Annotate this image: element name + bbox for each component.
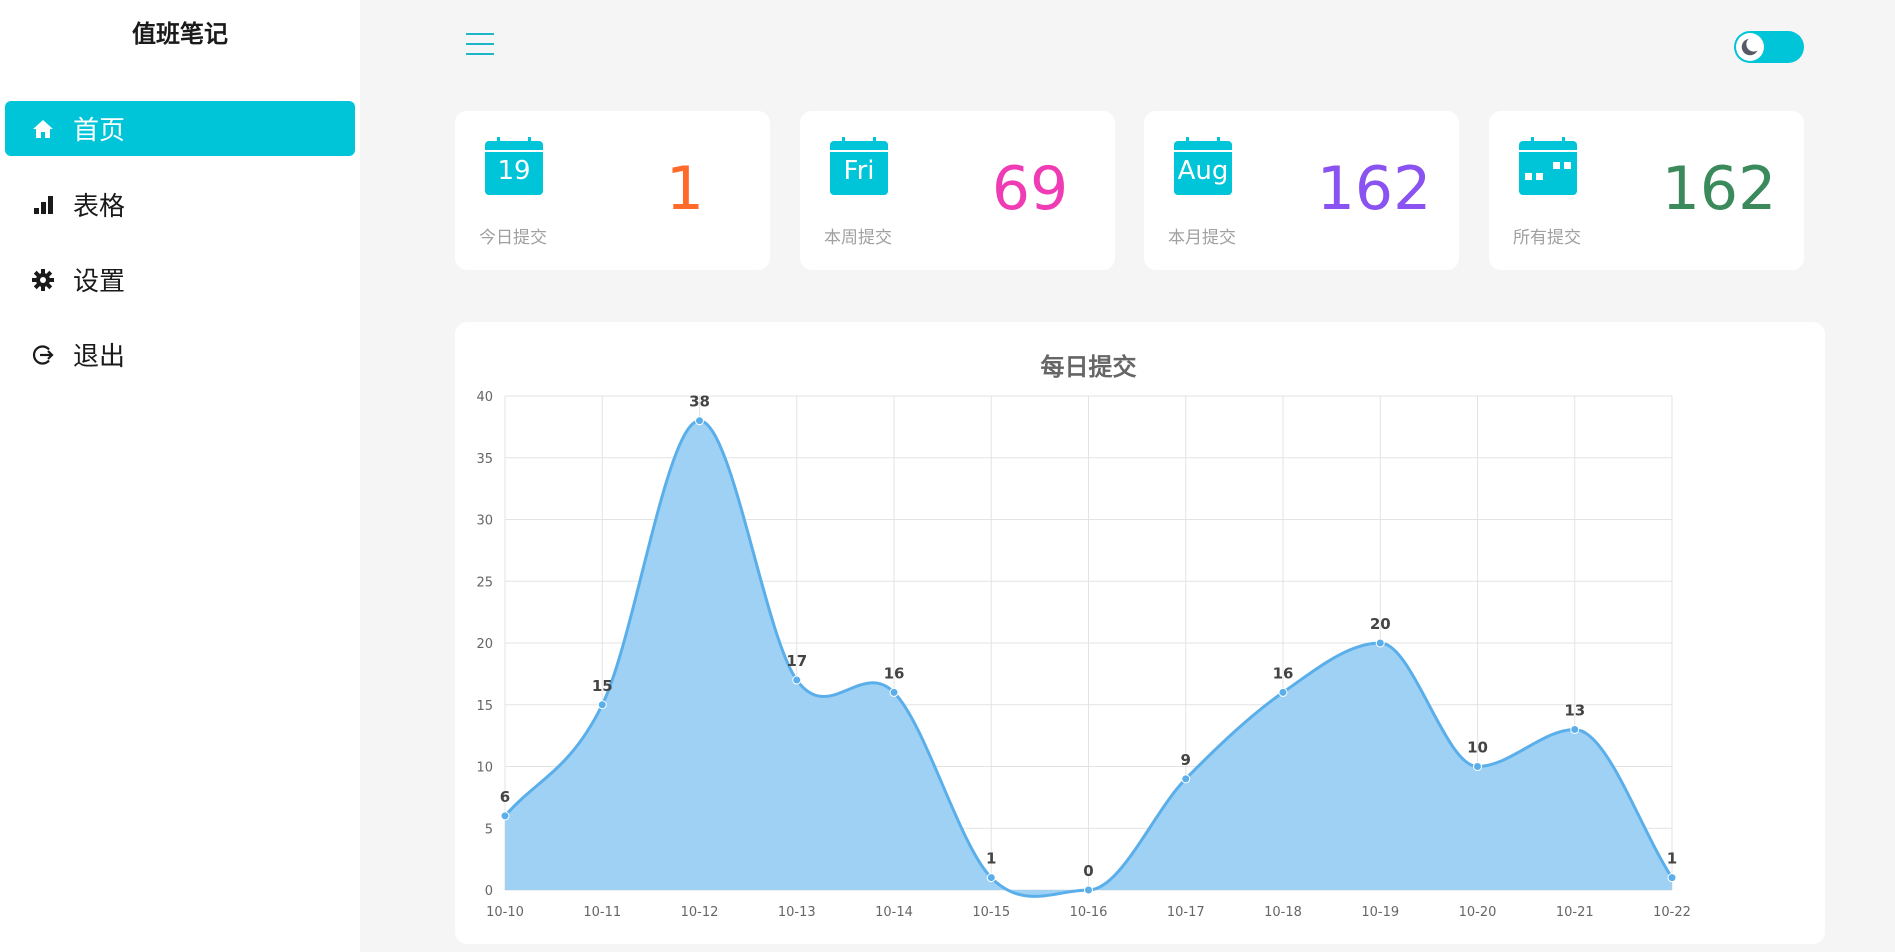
data-label: 9 bbox=[1181, 751, 1191, 769]
data-point bbox=[1084, 885, 1093, 895]
y-tick-label: 10 bbox=[476, 761, 493, 776]
stat-label: 今日提交 bbox=[479, 228, 547, 248]
sidebar-item-label: 退出 bbox=[73, 342, 126, 372]
data-label: 6 bbox=[500, 788, 510, 806]
data-point bbox=[597, 700, 607, 710]
sidebar-item-label: 设置 bbox=[73, 267, 126, 297]
sidebar-item-label: 表格 bbox=[73, 192, 126, 222]
app-window: 值班笔记 首页 表格 设置 退出 19 1 今日提交 Fri 69 本周提交 A… bbox=[0, 0, 1895, 952]
x-tick-label: 10-12 bbox=[681, 905, 719, 920]
calendar-grid-icon bbox=[1518, 136, 1578, 196]
x-tick-label: 10-19 bbox=[1361, 905, 1399, 920]
sidebar-item-logout[interactable]: 退出 bbox=[5, 327, 355, 382]
home-icon bbox=[31, 117, 55, 141]
y-tick-label: 25 bbox=[476, 575, 493, 590]
sidebar-item-home[interactable]: 首页 bbox=[5, 101, 355, 156]
x-tick-label: 10-16 bbox=[1070, 905, 1108, 920]
gear-icon bbox=[31, 268, 55, 292]
calendar-icon-text: Fri bbox=[843, 156, 875, 186]
moon-icon bbox=[1736, 33, 1764, 61]
data-label: 13 bbox=[1564, 701, 1585, 719]
data-label: 0 bbox=[1083, 862, 1093, 880]
y-tick-label: 5 bbox=[485, 822, 493, 837]
calendar-icon: Fri bbox=[829, 136, 889, 196]
stat-card-month: Aug 162 本月提交 bbox=[1144, 111, 1459, 270]
sidebar: 值班笔记 首页 表格 设置 退出 bbox=[0, 0, 360, 952]
data-point bbox=[1278, 687, 1288, 697]
stat-value: 162 bbox=[1661, 154, 1777, 224]
calendar-icon-text: Aug bbox=[1177, 156, 1229, 186]
calendar-icon-text: 19 bbox=[497, 156, 531, 186]
x-tick-label: 10-15 bbox=[972, 905, 1010, 920]
y-tick-label: 20 bbox=[476, 637, 493, 652]
calendar-icon: 19 bbox=[484, 136, 544, 196]
data-label: 17 bbox=[786, 652, 807, 670]
y-tick-label: 40 bbox=[476, 390, 493, 405]
stat-card-all: 162 所有提交 bbox=[1489, 111, 1804, 270]
data-label: 1 bbox=[986, 850, 996, 868]
data-point bbox=[986, 873, 996, 883]
stat-label: 本月提交 bbox=[1168, 228, 1236, 248]
sidebar-item-settings[interactable]: 设置 bbox=[5, 252, 355, 307]
stat-label: 本周提交 bbox=[824, 228, 892, 248]
theme-toggle[interactable] bbox=[1734, 31, 1804, 63]
data-label: 20 bbox=[1370, 615, 1391, 633]
sidebar-item-label: 首页 bbox=[73, 116, 126, 146]
data-label: 38 bbox=[689, 393, 710, 411]
stat-label: 所有提交 bbox=[1513, 228, 1581, 248]
x-tick-label: 10-22 bbox=[1653, 905, 1691, 920]
data-point bbox=[1181, 774, 1191, 784]
logout-icon bbox=[31, 343, 55, 367]
data-point bbox=[1667, 873, 1677, 883]
x-tick-label: 10-18 bbox=[1264, 905, 1302, 920]
data-point bbox=[1570, 724, 1580, 734]
x-tick-label: 10-21 bbox=[1556, 905, 1594, 920]
stat-card-week: Fri 69 本周提交 bbox=[800, 111, 1115, 270]
app-title: 值班笔记 bbox=[132, 20, 228, 48]
data-point bbox=[500, 811, 510, 821]
chart-title: 每日提交 bbox=[1041, 353, 1137, 381]
stat-value: 1 bbox=[665, 154, 705, 224]
data-point bbox=[889, 687, 899, 697]
y-tick-label: 35 bbox=[476, 452, 493, 467]
calendar-icon: Aug bbox=[1173, 136, 1233, 196]
sidebar-item-table[interactable]: 表格 bbox=[5, 177, 355, 232]
data-point bbox=[1375, 638, 1385, 648]
y-tick-label: 0 bbox=[485, 884, 493, 899]
bar-chart-icon bbox=[31, 193, 55, 217]
hamburger-menu-icon[interactable] bbox=[466, 33, 494, 59]
daily-submissions-chart-card: 每日提交 0 5 10 15 20 25 30 35 40 10-10 10-11 10-12 10-13… bbox=[455, 322, 1825, 944]
data-point bbox=[695, 416, 704, 426]
daily-submissions-chart: 每日提交051015202530354010-10 10-11 10-12 10-13… bbox=[476, 353, 1691, 920]
y-tick-label: 15 bbox=[476, 699, 493, 714]
x-tick-label: 10-13 bbox=[778, 905, 816, 920]
data-label: 16 bbox=[1273, 664, 1294, 682]
data-point bbox=[792, 675, 802, 685]
x-tick-label: 10-10 bbox=[486, 905, 524, 920]
x-tick-label: 10-17 bbox=[1167, 905, 1205, 920]
stat-value: 69 bbox=[991, 154, 1069, 224]
data-point bbox=[1473, 762, 1482, 771]
y-tick-label: 30 bbox=[476, 514, 493, 529]
stat-card-today: 19 1 今日提交 bbox=[455, 111, 770, 270]
data-label: 1 bbox=[1667, 850, 1677, 868]
stat-value: 162 bbox=[1316, 154, 1432, 224]
x-tick-label: 10-14 bbox=[875, 905, 913, 920]
x-tick-label: 10-20 bbox=[1459, 905, 1497, 920]
x-tick-label: 10-11 bbox=[583, 905, 621, 920]
main-content: 19 1 今日提交 Fri 69 本周提交 Aug 162 本月提交 162 所… bbox=[360, 0, 1895, 952]
data-label: 15 bbox=[592, 677, 613, 695]
data-label: 10 bbox=[1467, 739, 1488, 757]
data-label: 16 bbox=[884, 664, 905, 682]
